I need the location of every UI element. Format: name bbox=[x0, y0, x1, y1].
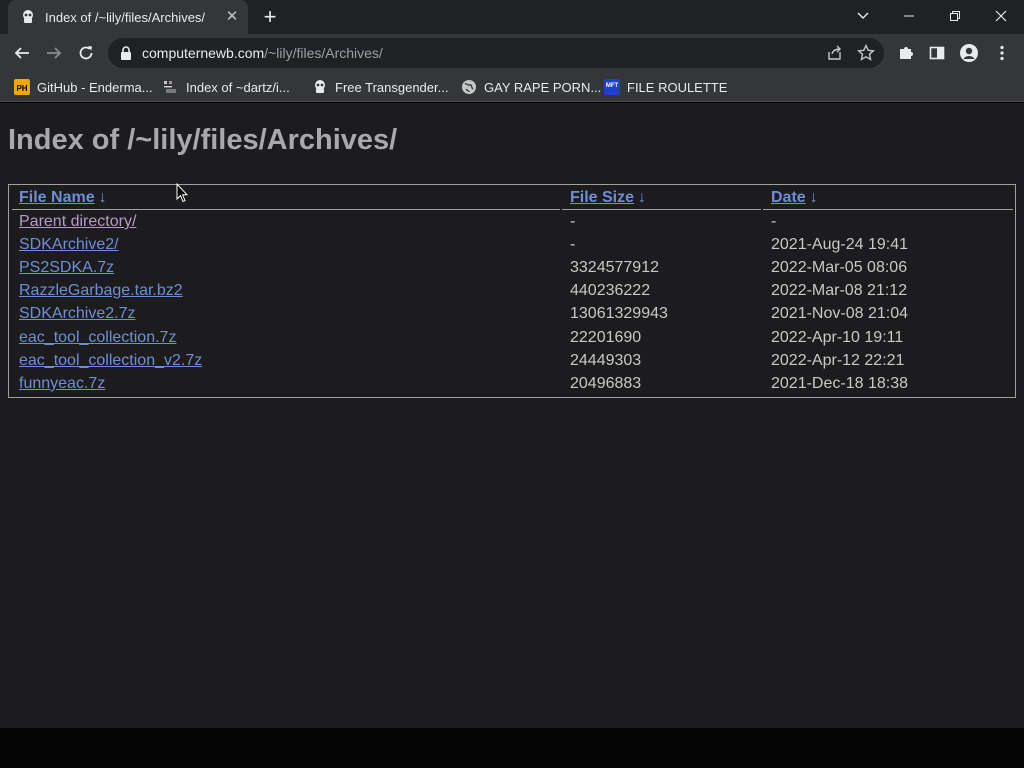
header-divider bbox=[763, 209, 1013, 210]
page-title: Index of /~lily/files/Archives/ bbox=[8, 124, 398, 156]
svg-text:MFT: MFT bbox=[606, 83, 619, 89]
file-link[interactable]: PS2SDKA.7z bbox=[19, 259, 114, 277]
tab-close-icon[interactable]: ✕ bbox=[224, 9, 240, 25]
file-link[interactable]: RazzleGarbage.tar.bz2 bbox=[19, 282, 183, 300]
reload-button[interactable] bbox=[71, 38, 101, 68]
file-link[interactable]: SDKArchive2/ bbox=[19, 236, 119, 254]
file-size: 24449303 bbox=[570, 352, 642, 369]
file-size: 22201690 bbox=[570, 329, 642, 346]
menu-button[interactable] bbox=[987, 38, 1017, 68]
back-button[interactable] bbox=[7, 38, 37, 68]
file-size: 440236222 bbox=[570, 282, 651, 299]
extensions-button[interactable] bbox=[891, 38, 921, 68]
table-row: eac_tool_collection.7z 22201690 2022-Apr… bbox=[9, 329, 1015, 351]
restore-icon bbox=[950, 11, 960, 21]
file-date: 2022-Apr-10 19:11 bbox=[771, 329, 904, 346]
file-listing-table: File Name ↓ File Size ↓ Date ↓ Parent direc… bbox=[8, 184, 1016, 398]
avatar-icon bbox=[960, 44, 978, 62]
file-date: 2022-Mar-08 21:12 bbox=[771, 282, 908, 299]
minimize-icon bbox=[904, 15, 914, 17]
file-size: - bbox=[570, 213, 576, 230]
table-row: funnyeac.7z 20496883 2021-Dec-18 18:38 bbox=[9, 375, 1015, 397]
tab-active[interactable]: Index of /~lily/files/Archives/ ✕ bbox=[8, 0, 248, 34]
toolbar: computernewb.com/~lily/files/Archives/ bbox=[0, 34, 1024, 72]
file-date: 2021-Nov-08 21:04 bbox=[771, 305, 908, 322]
ph-icon: PH bbox=[14, 79, 30, 95]
file-date: - bbox=[771, 213, 777, 230]
file-link[interactable]: eac_tool_collection.7z bbox=[19, 329, 176, 347]
star-icon[interactable] bbox=[857, 44, 875, 62]
bookmark-item[interactable]: MFT FILE ROULETTE bbox=[604, 77, 727, 97]
share-icon[interactable] bbox=[826, 44, 844, 62]
sort-arrow-icon: ↓ bbox=[638, 189, 647, 206]
file-link[interactable]: eac_tool_collection_v2.7z bbox=[19, 352, 202, 370]
arrow-right-icon bbox=[47, 47, 62, 59]
mft-icon: MFT bbox=[604, 79, 620, 95]
header-divider bbox=[12, 209, 560, 210]
svg-text:PH: PH bbox=[16, 84, 27, 93]
puzzle-icon bbox=[900, 47, 913, 59]
url-text: computernewb.com/~lily/files/Archives/ bbox=[142, 45, 383, 61]
bookmark-item[interactable]: PH GitHub - Enderma... bbox=[14, 77, 153, 97]
table-row: SDKArchive2.7z 13061329943 2021-Nov-08 2… bbox=[9, 305, 1015, 327]
taskbar-area bbox=[0, 728, 1024, 768]
table-row: PS2SDKA.7z 3324577912 2022-Mar-05 08:06 bbox=[9, 259, 1015, 281]
new-tab-button[interactable]: + bbox=[258, 5, 282, 29]
tab-title: Index of /~lily/files/Archives/ bbox=[45, 9, 206, 25]
tab-favicon-icon bbox=[23, 10, 33, 23]
file-date: 2021-Aug-24 19:41 bbox=[771, 236, 908, 253]
more-vert-icon bbox=[1000, 45, 1004, 61]
header-divider bbox=[562, 209, 761, 210]
bookmark-item[interactable]: Free Transgender... bbox=[312, 77, 448, 97]
side-panel-icon bbox=[929, 46, 945, 60]
column-header-name[interactable]: File Name ↓ bbox=[19, 189, 107, 207]
arrow-left-icon bbox=[14, 47, 29, 59]
table-row: Parent directory/ - - bbox=[9, 213, 1015, 235]
column-header-date[interactable]: Date ↓ bbox=[771, 189, 818, 207]
close-window-button[interactable] bbox=[978, 0, 1024, 32]
page-content: Index of /~lily/files/Archives/ File Nam… bbox=[0, 103, 1024, 728]
bookmark-item[interactable]: Index of ~dartz/i... bbox=[163, 77, 290, 97]
profile-button[interactable] bbox=[954, 38, 984, 68]
file-date: 2022-Apr-12 22:21 bbox=[771, 352, 905, 369]
mouse-cursor-icon bbox=[176, 183, 188, 203]
close-icon bbox=[995, 10, 1007, 22]
file-link[interactable]: SDKArchive2.7z bbox=[19, 305, 136, 323]
sort-arrow-icon: ↓ bbox=[809, 189, 818, 206]
minimize-button[interactable] bbox=[886, 0, 932, 32]
file-date: 2021-Dec-18 18:38 bbox=[771, 375, 908, 392]
globe-icon bbox=[462, 80, 476, 94]
side-panel-button[interactable] bbox=[922, 38, 952, 68]
table-row: SDKArchive2/ - 2021-Aug-24 19:41 bbox=[9, 236, 1015, 258]
column-header-size[interactable]: File Size ↓ bbox=[570, 189, 646, 207]
url-host: computernewb.com bbox=[142, 45, 265, 61]
forward-button[interactable] bbox=[39, 38, 69, 68]
file-link[interactable]: Parent directory/ bbox=[19, 213, 136, 231]
file-size: 13061329943 bbox=[570, 305, 668, 322]
table-row: RazzleGarbage.tar.bz2 440236222 2022-Mar… bbox=[9, 282, 1015, 304]
table-row: eac_tool_collection_v2.7z 24449303 2022-… bbox=[9, 352, 1015, 374]
sort-arrow-icon: ↓ bbox=[98, 189, 107, 206]
reload-icon bbox=[79, 46, 93, 60]
address-bar[interactable]: computernewb.com/~lily/files/Archives/ bbox=[108, 38, 884, 68]
tab-search-button[interactable] bbox=[840, 0, 886, 32]
file-size: - bbox=[570, 236, 576, 253]
restore-button[interactable] bbox=[932, 0, 978, 32]
chevron-down-icon bbox=[857, 12, 869, 19]
bookmarks-bar: PH GitHub - Enderma... Index of ~dartz/i… bbox=[0, 72, 1024, 102]
site-icon bbox=[315, 80, 325, 93]
file-date: 2022-Mar-05 08:06 bbox=[771, 259, 908, 276]
url-path: /~lily/files/Archives/ bbox=[264, 45, 383, 61]
file-size: 20496883 bbox=[570, 375, 642, 392]
tab-strip: Index of /~lily/files/Archives/ ✕ + bbox=[0, 0, 1024, 34]
folder-icon bbox=[164, 81, 176, 93]
bookmark-item[interactable]: GAY RAPE PORN... bbox=[461, 77, 601, 97]
file-size: 3324577912 bbox=[570, 259, 659, 276]
lock-icon[interactable] bbox=[118, 45, 134, 61]
file-link[interactable]: funnyeac.7z bbox=[19, 375, 105, 393]
